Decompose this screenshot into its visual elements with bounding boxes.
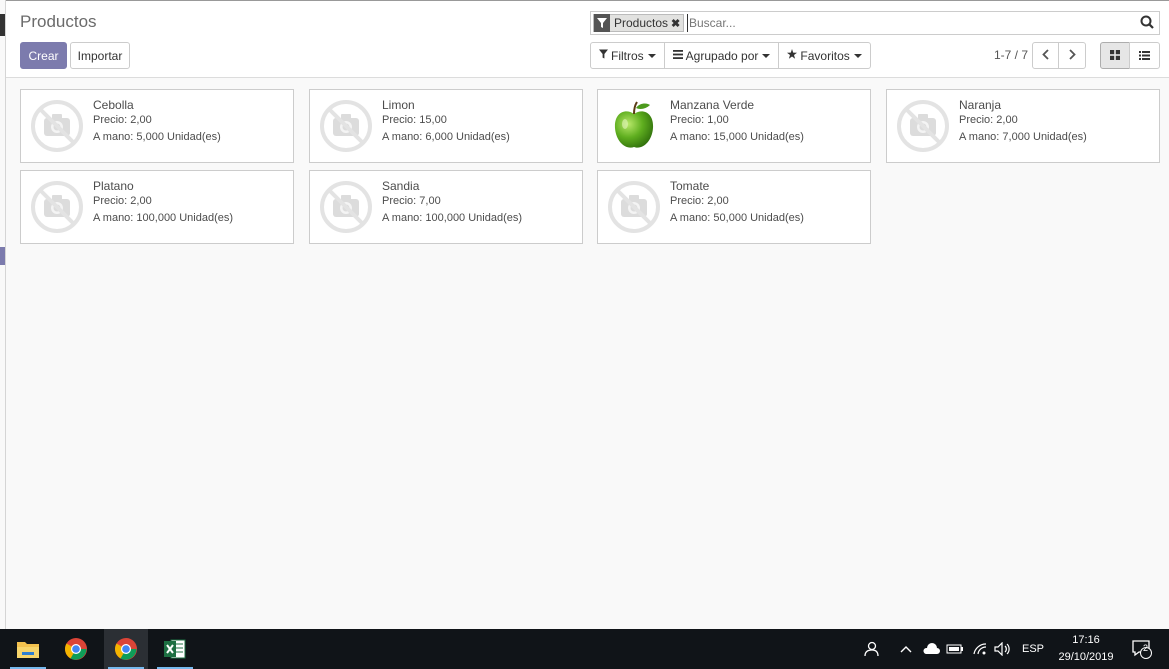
product-onhand: A mano: 100,000 Unidad(es) (382, 212, 523, 224)
product-name: Cebolla (93, 98, 134, 112)
chevron-down-icon (853, 53, 862, 58)
chevron-right-icon (1068, 48, 1076, 63)
product-price: Precio: 2,00 (93, 195, 152, 207)
windows-taskbar: ESP 17:16 29/10/2019 2 (0, 629, 1169, 669)
grid-icon (1110, 49, 1120, 63)
product-card[interactable]: Naranja Precio: 2,00 A mano: 7,000 Unida… (886, 89, 1160, 163)
product-name: Naranja (959, 98, 1002, 112)
list-icon (672, 49, 683, 62)
product-name: Sandia (382, 179, 420, 193)
product-onhand: A mano: 6,000 Unidad(es) (382, 131, 510, 143)
product-onhand: A mano: 7,000 Unidad(es) (959, 131, 1087, 143)
product-price: Precio: 2,00 (93, 114, 152, 126)
product-price: Precio: 1,00 (670, 114, 729, 126)
product-card[interactable]: Cebolla Precio: 2,00 A mano: 5,000 Unida… (20, 89, 294, 163)
pager-previous-button[interactable] (1032, 42, 1059, 69)
create-button[interactable]: Crear (20, 42, 67, 69)
product-price: Precio: 15,00 (382, 114, 447, 126)
product-name: Manzana Verde (670, 98, 755, 112)
no-image-icon (318, 97, 374, 155)
filter-icon (594, 14, 610, 32)
filters-dropdown[interactable]: Filtros (590, 42, 665, 69)
product-card[interactable]: Limon Precio: 15,00 A mano: 6,000 Unidad… (309, 89, 583, 163)
import-button[interactable]: Importar (70, 42, 130, 69)
apple-image (606, 97, 662, 155)
clock[interactable]: 17:16 29/10/2019 (1050, 632, 1122, 666)
group-by-dropdown[interactable]: Agrupado por (663, 42, 780, 69)
active-menu-marker (0, 247, 5, 265)
facet-label: Productos (614, 16, 669, 30)
chrome-icon[interactable] (104, 629, 148, 669)
notification-count: 2 (1143, 643, 1149, 653)
menu-edge-marker (0, 14, 5, 36)
pager-value[interactable]: 1-7 / 7 (994, 48, 1028, 62)
product-onhand: A mano: 5,000 Unidad(es) (93, 131, 221, 143)
cloud-icon[interactable] (922, 629, 940, 669)
notification-center-icon[interactable]: 2 (1131, 629, 1153, 669)
pager-next-button[interactable] (1058, 42, 1086, 69)
search-icon[interactable] (1140, 15, 1154, 29)
volume-icon[interactable] (994, 629, 1012, 669)
product-card[interactable]: Platano Precio: 2,00 A mano: 100,000 Uni… (20, 170, 294, 244)
search-box: Productos ✖ (590, 11, 1160, 35)
search-options-group: Filtros Agrupado por Favoritos (590, 42, 871, 69)
product-card[interactable]: Manzana Verde Precio: 1,00 A mano: 15,00… (597, 89, 871, 163)
app-left-edge (0, 0, 6, 629)
people-icon[interactable] (862, 629, 880, 669)
product-price: Precio: 7,00 (382, 195, 441, 207)
product-card[interactable]: Sandia Precio: 7,00 A mano: 100,000 Unid… (309, 170, 583, 244)
product-card[interactable]: Tomate Precio: 2,00 A mano: 50,000 Unida… (597, 170, 871, 244)
favorites-dropdown[interactable]: Favoritos (778, 42, 871, 69)
chevron-down-icon (647, 53, 656, 58)
product-name: Platano (93, 179, 134, 193)
product-name: Limon (382, 98, 415, 112)
no-image-icon (29, 97, 85, 155)
page-title: Productos (20, 12, 97, 31)
no-image-icon (318, 178, 374, 236)
group-by-label: Agrupado por (685, 48, 759, 63)
wifi-icon[interactable] (972, 629, 988, 669)
facet-remove-icon[interactable]: ✖ (671, 17, 683, 30)
star-icon (787, 49, 798, 62)
clock-time: 17:16 (1072, 634, 1100, 646)
input-language[interactable]: ESP (1022, 629, 1044, 669)
search-input[interactable] (687, 14, 1127, 32)
favorites-label: Favoritos (800, 48, 850, 63)
product-price: Precio: 2,00 (670, 195, 729, 207)
product-price: Precio: 2,00 (959, 114, 1018, 126)
excel-icon[interactable] (153, 629, 197, 669)
battery-icon[interactable] (946, 629, 964, 669)
list-view-button[interactable] (1129, 42, 1160, 69)
product-name: Tomate (670, 179, 710, 193)
filters-label: Filtros (611, 48, 644, 63)
product-onhand: A mano: 100,000 Unidad(es) (93, 212, 234, 224)
chevron-left-icon (1042, 48, 1049, 63)
no-image-icon (29, 178, 85, 236)
control-panel: Productos Crear Importar Productos ✖ Fil… (6, 0, 1169, 78)
kanban-view-button[interactable] (1100, 42, 1130, 69)
clock-date: 29/10/2019 (1058, 651, 1114, 663)
list-icon (1139, 49, 1150, 63)
no-image-icon (895, 97, 951, 155)
chrome-icon[interactable] (54, 629, 98, 669)
file-explorer-icon[interactable] (6, 629, 50, 669)
no-image-icon (606, 178, 662, 236)
chevron-down-icon (762, 53, 771, 58)
filter-icon (599, 49, 608, 62)
chevron-up-icon[interactable] (900, 629, 912, 669)
product-onhand: A mano: 15,000 Unidad(es) (670, 131, 804, 143)
product-onhand: A mano: 50,000 Unidad(es) (670, 212, 804, 224)
search-facet: Productos ✖ (593, 14, 685, 32)
